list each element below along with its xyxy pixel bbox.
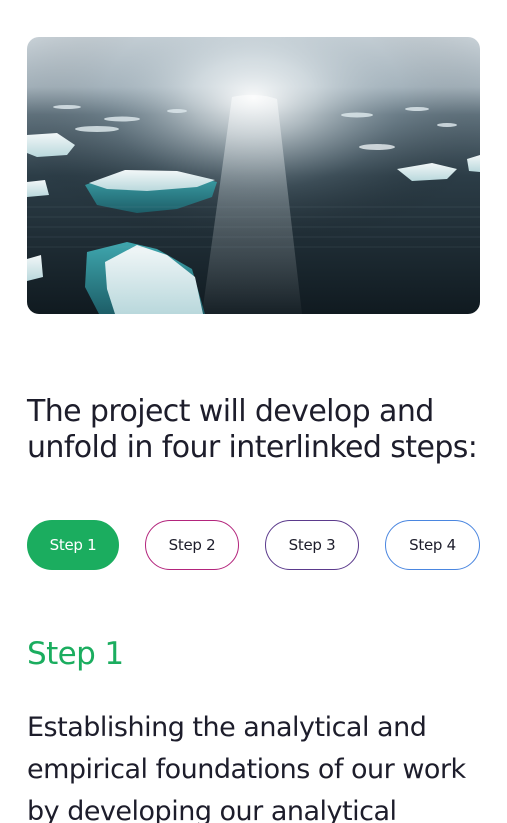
tab-step-4[interactable]: Step 4 bbox=[385, 520, 480, 570]
section-heading: The project will develop and unfold in f… bbox=[27, 394, 487, 466]
step-description: Establishing the analytical and empirica… bbox=[27, 712, 466, 823]
tab-step-1[interactable]: Step 1 bbox=[27, 520, 119, 570]
heading-line-2: unfold in four interlinked steps: bbox=[27, 430, 478, 465]
sea-ice-illustration bbox=[27, 37, 480, 314]
page: The project will develop and unfold in f… bbox=[0, 0, 507, 823]
hero-image bbox=[27, 37, 480, 314]
tab-step-2[interactable]: Step 2 bbox=[145, 520, 239, 570]
step-tabs: Step 1 Step 2 Step 3 Step 4 bbox=[27, 520, 480, 570]
heading-line-1: The project will develop and bbox=[27, 394, 434, 429]
tab-step-3[interactable]: Step 3 bbox=[265, 520, 359, 570]
step-title: Step 1 bbox=[27, 636, 124, 672]
